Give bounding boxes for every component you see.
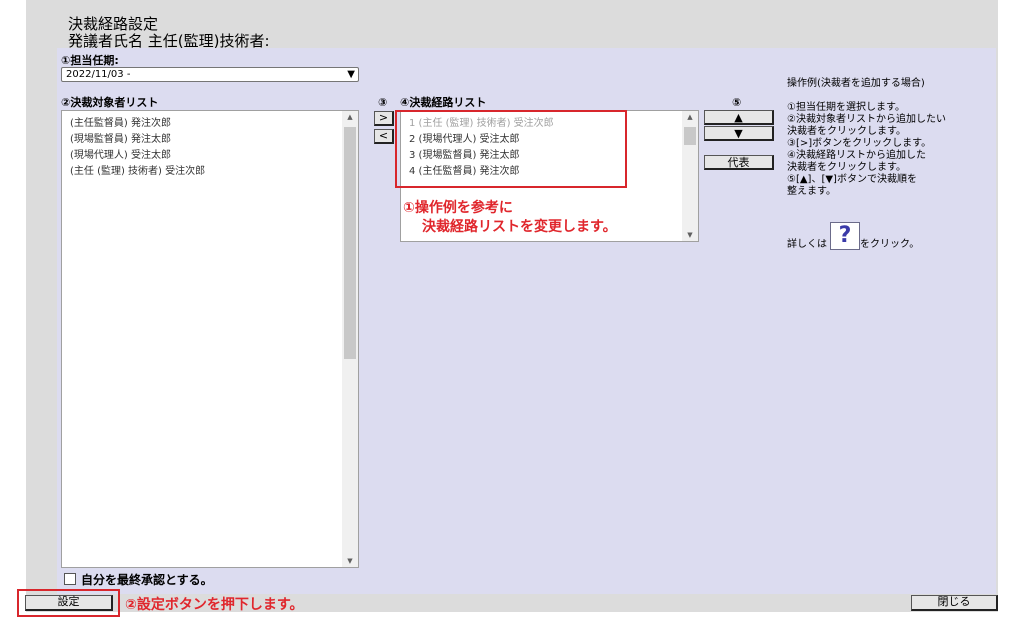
annotation-note-1-cont: 決裁経路リストを変更します。 — [422, 219, 617, 235]
help-title: 操作例(決裁者を追加する場合) — [787, 78, 925, 89]
remove-from-route-button[interactable]: < — [374, 129, 394, 144]
scroll-up-icon[interactable]: ▲ — [682, 113, 698, 121]
list-item[interactable]: (現場監督員) 発注太郎 — [62, 132, 358, 148]
move-down-button[interactable]: ▼ — [704, 126, 774, 141]
approver-candidates-list[interactable]: (主任監督員) 発注次郎 (現場監督員) 発注太郎 (現場代理人) 受注太郎 (… — [61, 110, 359, 568]
annotation-highlight-route — [395, 110, 627, 188]
page-title: 決裁経路設定 — [68, 15, 159, 33]
route-scrollbar[interactable]: ▲ ▼ — [682, 111, 698, 241]
set-button[interactable]: 設定 — [25, 595, 113, 611]
candidates-scrollbar[interactable]: ▲ ▼ — [342, 111, 358, 567]
scroll-up-icon[interactable]: ▲ — [342, 113, 358, 121]
route-list-label: ④決裁経路リスト — [400, 96, 487, 109]
move-up-button[interactable]: ▲ — [704, 110, 774, 125]
list-item[interactable]: (主任 (監理) 技術者) 受注次郎 — [62, 164, 358, 180]
help-steps: ①担当任期を選択します。 ②決裁対象者リストから追加したい 決裁者をクリックしま… — [787, 102, 946, 197]
period-select[interactable]: 2022/11/03 - ▼ — [61, 67, 359, 82]
period-value: 2022/11/03 - — [66, 69, 131, 80]
help-detail-suffix: をクリック。 — [860, 239, 920, 250]
list-item[interactable]: (主任監督員) 発注次郎 — [62, 116, 358, 132]
final-approval-label: 自分を最終承認とする。 — [81, 573, 213, 587]
applicant-name: 発議者氏名 主任(監理)技術者: — [68, 32, 270, 50]
annotation-note-1: ①操作例を参考に — [403, 200, 513, 216]
transfer-label: ③ — [378, 96, 388, 109]
add-to-route-button[interactable]: > — [374, 111, 394, 126]
scroll-down-icon[interactable]: ▼ — [342, 557, 358, 565]
chevron-down-icon: ▼ — [347, 69, 355, 80]
help-icon[interactable]: ? — [830, 222, 860, 250]
scroll-thumb[interactable] — [684, 127, 696, 145]
order-label: ⑤ — [732, 96, 742, 109]
annotation-note-2: ②設定ボタンを押下します。 — [125, 597, 304, 613]
list-item[interactable]: (現場代理人) 受注太郎 — [62, 148, 358, 164]
close-button[interactable]: 閉じる — [911, 595, 998, 611]
final-approval-checkbox[interactable] — [64, 573, 76, 585]
scroll-thumb[interactable] — [344, 127, 356, 359]
help-detail-prefix: 詳しくは — [787, 239, 827, 250]
left-list-label: ②決裁対象者リスト — [61, 96, 159, 109]
scroll-down-icon[interactable]: ▼ — [682, 231, 698, 239]
period-label: ①担当任期: — [61, 54, 119, 67]
delegate-button[interactable]: 代表 — [704, 155, 774, 170]
